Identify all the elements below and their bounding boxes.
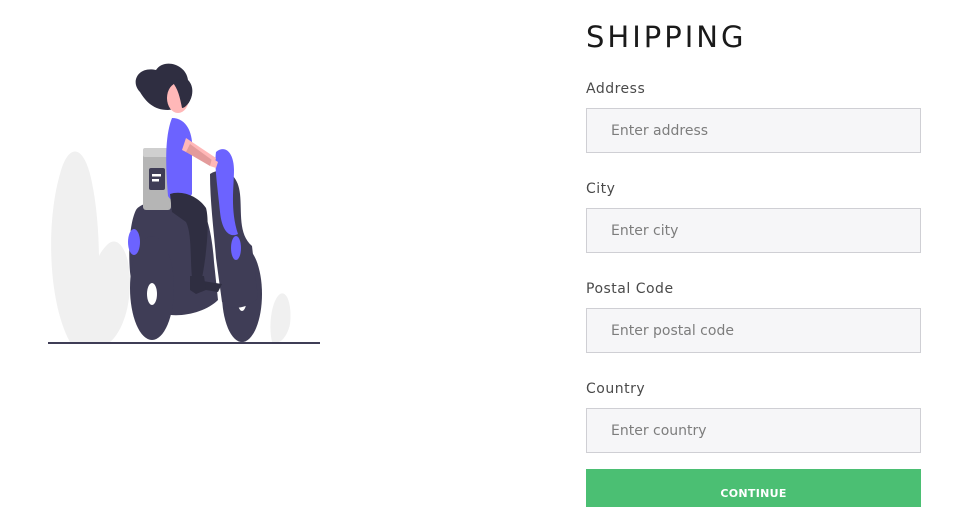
page-title: SHIPPING xyxy=(586,20,747,54)
postal-code-label: Postal Code xyxy=(586,281,674,297)
address-input[interactable] xyxy=(586,108,921,153)
country-label: Country xyxy=(586,381,646,397)
city-input[interactable] xyxy=(586,208,921,253)
delivery-scooter-illustration xyxy=(46,62,322,348)
address-label: Address xyxy=(586,81,646,97)
continue-button[interactable]: CONTINUE xyxy=(586,469,921,507)
postal-code-input[interactable] xyxy=(586,308,921,353)
country-input[interactable] xyxy=(586,408,921,453)
city-label: City xyxy=(586,181,616,197)
shipping-page: SHIPPING Address City Postal Code Countr… xyxy=(0,0,974,507)
shipping-form: SHIPPING Address City Postal Code Countr… xyxy=(586,20,921,507)
